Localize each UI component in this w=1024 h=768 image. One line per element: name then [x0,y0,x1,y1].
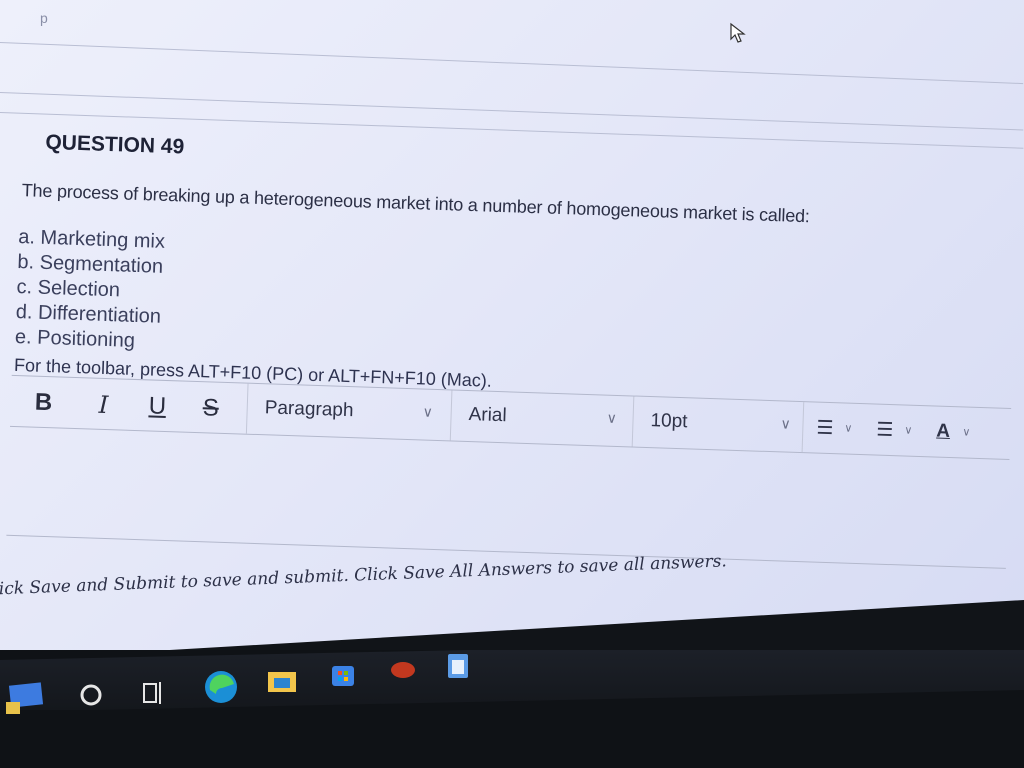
browser-page: p QUESTION 49 The process of breaking up… [0,0,1024,660]
toolbar-separator [631,396,635,447]
option-d: d. Differentiation [15,300,162,328]
option-a: a. Marketing mix [17,226,166,253]
chevron-down-icon[interactable]: ∨ [962,425,970,438]
text-color-button[interactable]: A [936,421,950,443]
toolbar-separator [449,390,453,441]
outlook-icon[interactable] [444,650,474,684]
bullet-list-icon[interactable]: ☰ [816,417,834,441]
chevron-down-icon[interactable]: ∨ [904,423,912,436]
previous-answer-text: p [40,10,48,26]
numbered-list-icon[interactable]: ☰ [876,419,894,443]
chevron-down-icon[interactable]: ∨ [606,410,617,427]
screen: p QUESTION 49 The process of breaking up… [0,0,1024,768]
question-title: QUESTION 49 [45,130,185,159]
task-view-icon[interactable] [138,678,168,708]
font-select[interactable]: Arial [468,404,507,427]
chevron-down-icon[interactable]: ∨ [780,415,791,432]
toolbar-separator [245,383,249,434]
strikethrough-button[interactable]: S [202,394,219,423]
chevron-down-icon[interactable]: ∨ [844,422,852,435]
start-icon[interactable] [2,678,52,718]
divider [0,92,1024,131]
previous-answer-field[interactable]: p [28,6,1024,34]
footer-instructions: Click Save and Submit to save and submit… [0,551,728,600]
search-circle-icon[interactable] [76,680,106,710]
file-explorer-icon[interactable] [264,666,300,696]
question-text: The process of breaking up a heterogeneo… [21,180,811,227]
option-c: c. Selection [16,275,121,302]
italic-button[interactable]: I [98,391,108,419]
option-b: b. Segmentation [17,250,164,278]
edge-icon[interactable] [200,666,242,708]
underline-button[interactable]: U [148,392,166,421]
toolbar-separator [801,402,805,453]
mouse-cursor-icon [730,22,746,43]
paragraph-select[interactable]: Paragraph [264,397,353,422]
bold-button[interactable]: B [34,389,52,418]
option-e: e. Positioning [14,325,136,352]
store-icon[interactable] [328,658,358,690]
font-size-select[interactable]: 10pt [650,410,688,433]
taskbar [0,650,1024,768]
app-icon[interactable] [388,656,418,684]
chevron-down-icon[interactable]: ∨ [422,404,433,421]
divider [0,42,1024,85]
